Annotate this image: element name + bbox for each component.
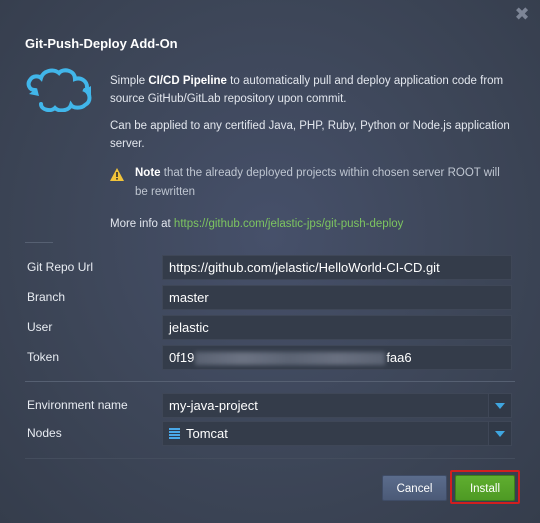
divider-bottom [25,458,515,459]
description-line1: Simple CI/CD Pipeline to automatically p… [110,72,510,108]
dialog-title: Git-Push-Deploy Add-On [25,36,178,51]
close-icon[interactable]: ✖ [514,5,530,23]
cancel-button[interactable]: Cancel [382,475,447,501]
note-body: that the already deployed projects withi… [135,167,500,198]
tomcat-icon [169,427,180,440]
description-line2: Can be applied to any certified Java, PH… [110,120,510,150]
note-text: Note that the already deployed projects … [135,164,510,202]
repo-url-row: Git Repo Url https://github.com/jelastic… [25,255,515,281]
token-suffix: faa6 [386,350,412,365]
desc-text-pre: Simple [110,75,149,87]
more-info-label: More info at [110,218,174,230]
token-prefix: 0f19 [169,350,195,365]
environment-dropdown-button[interactable] [488,394,511,417]
desc-bold: CI/CD Pipeline [148,75,227,87]
warning-icon [110,168,124,181]
more-info: More info at https://github.com/jelastic… [110,218,403,230]
user-input[interactable]: jelastic [162,315,512,340]
more-info-link[interactable]: https://github.com/jelastic-jps/git-push… [174,218,403,230]
install-button[interactable]: Install [455,475,515,501]
user-row: User jelastic [25,315,515,341]
add-on-dialog: ✖ Git-Push-Deploy Add-On Simple CI/CD Pi… [0,0,540,523]
nodes-row: Nodes Tomcat [25,421,515,447]
environment-select[interactable]: my-java-project [162,393,512,418]
environment-row: Environment name my-java-project [25,393,515,419]
environment-value: my-java-project [169,398,258,413]
branch-input[interactable]: master [162,285,512,310]
user-label: User [27,320,53,334]
note-block: Note that the already deployed projects … [110,164,510,202]
branch-label: Branch [27,290,66,304]
nodes-dropdown-button[interactable] [488,422,511,445]
token-input[interactable]: 0f19 faa6 [162,345,512,370]
chevron-down-icon [495,403,505,409]
token-redaction [195,352,386,366]
divider-middle [25,381,515,382]
cloud-sync-icon [26,68,92,112]
environment-label: Environment name [27,398,128,412]
token-row: Token 0f19 faa6 [25,345,515,371]
description: Simple CI/CD Pipeline to automatically p… [110,72,510,162]
note-bold: Note [135,167,161,179]
token-label: Token [27,350,60,364]
repo-url-input[interactable]: https://github.com/jelastic/HelloWorld-C… [162,255,512,280]
nodes-label: Nodes [27,426,62,440]
branch-row: Branch master [25,285,515,311]
repo-url-label: Git Repo Url [27,260,94,274]
chevron-down-icon [495,431,505,437]
nodes-select[interactable]: Tomcat [162,421,512,446]
nodes-value: Tomcat [186,426,228,441]
divider-top [25,242,53,243]
